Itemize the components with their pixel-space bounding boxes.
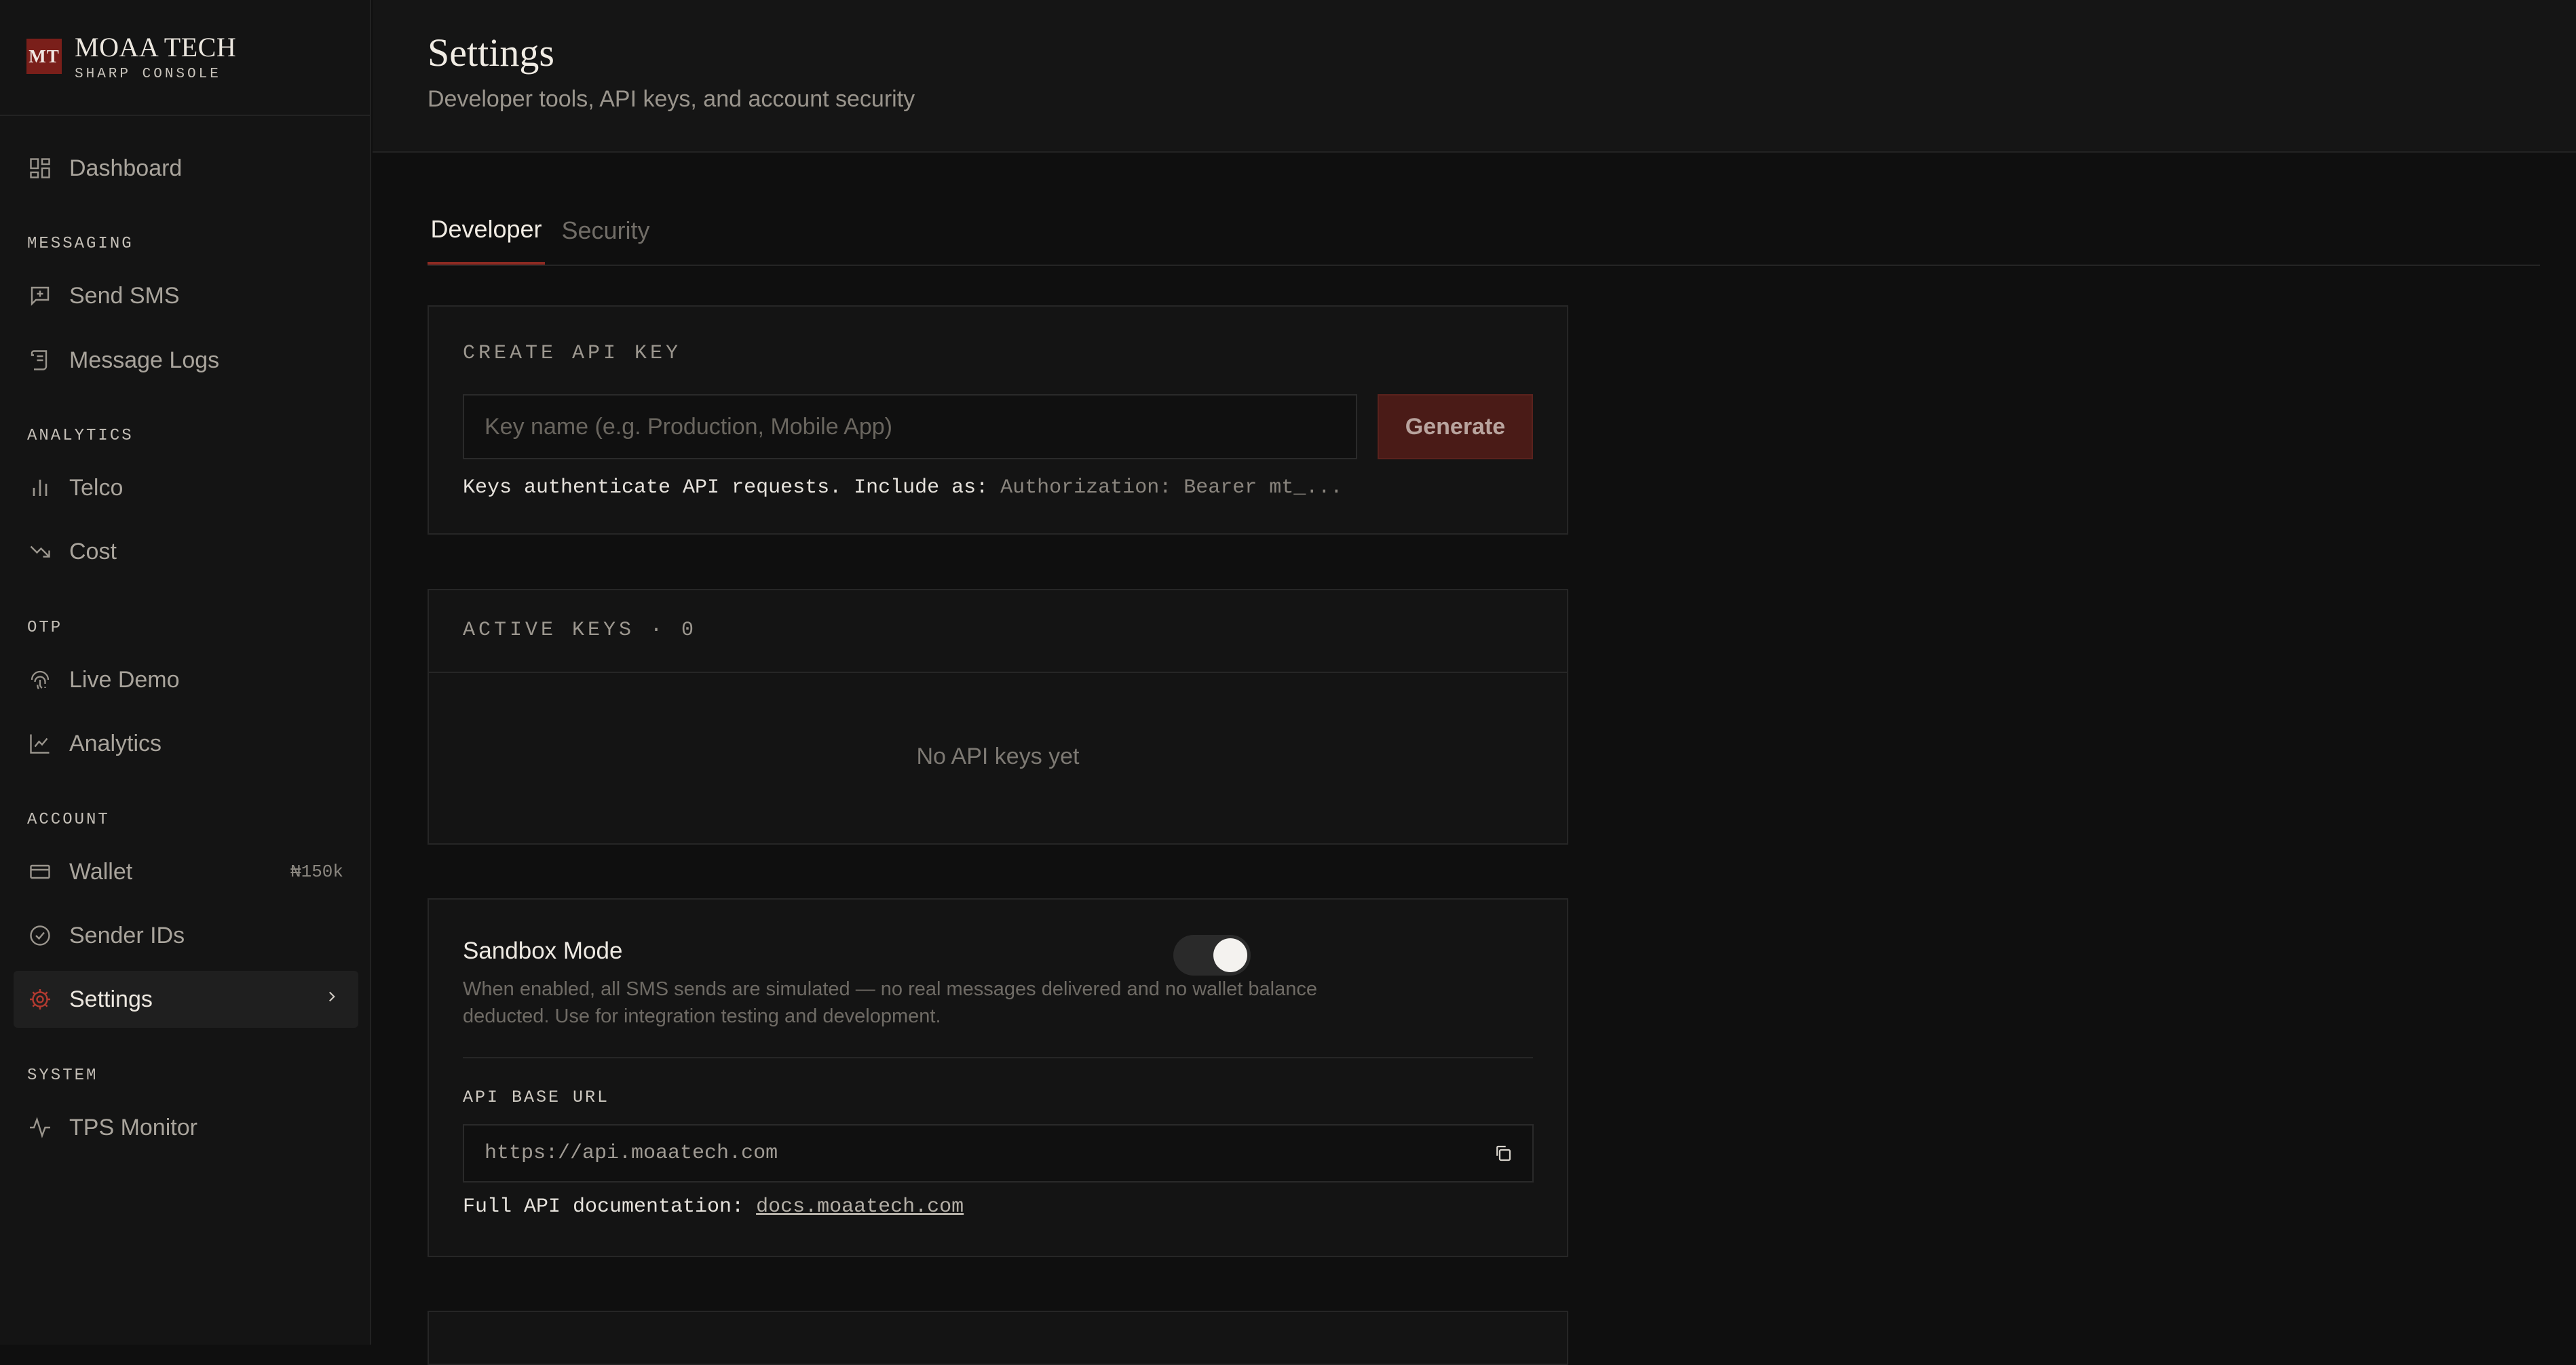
fingerprint-icon	[27, 667, 53, 693]
generate-button[interactable]: Generate	[1378, 394, 1533, 459]
sidebar-item-sender-ids[interactable]: Sender IDs	[14, 907, 358, 964]
sidebar-item-tps-monitor[interactable]: TPS Monitor	[14, 1099, 358, 1156]
sidebar-item-analytics[interactable]: Analytics	[14, 715, 358, 772]
sandbox-description-line: When enabled, all SMS sends are simulate…	[463, 978, 1317, 1000]
sidebar-item-dashboard[interactable]: Dashboard	[14, 140, 358, 197]
next-card	[428, 1311, 1568, 1365]
sidebar-item-label: TPS Monitor	[69, 1114, 197, 1140]
page-subtitle: Developer tools, API keys, and account s…	[428, 86, 915, 112]
api-key-helper: Keys authenticate API requests. Include …	[463, 476, 1342, 499]
helper-code: Authorization: Bearer mt_...	[1000, 476, 1343, 499]
create-api-key-title: CREATE API KEY	[463, 342, 682, 365]
section-label-analytics: ANALYTICS	[27, 427, 134, 445]
page-title: Settings	[428, 31, 554, 75]
copy-icon[interactable]	[1489, 1139, 1517, 1168]
sandbox-title: Sandbox Mode	[463, 938, 623, 964]
create-api-key-card: CREATE API KEY Generate Keys authenticat…	[428, 305, 1568, 535]
tab-security[interactable]: Security	[550, 197, 662, 265]
sidebar-item-label: Settings	[69, 986, 153, 1012]
settings-tabs: Developer Security	[428, 197, 2540, 266]
sidebar-item-label: Cost	[69, 538, 117, 564]
helper-text: Keys authenticate API requests. Include …	[463, 476, 989, 499]
sandbox-card: Sandbox Mode When enabled, all SMS sends…	[428, 898, 1568, 1257]
wallet-balance-badge: ₦150k	[290, 862, 343, 882]
empty-state-text: No API keys yet	[916, 744, 1080, 769]
badge-check-icon	[27, 923, 53, 948]
line-chart-icon	[27, 731, 53, 756]
section-label-otp: OTP	[27, 619, 63, 637]
gear-icon	[27, 986, 53, 1012]
sidebar-item-telco[interactable]: Telco	[14, 459, 358, 516]
api-base-url-label: API BASE URL	[463, 1088, 610, 1107]
sidebar-item-label: Message Logs	[69, 347, 220, 373]
active-keys-title: ACTIVE KEYS · 0	[463, 619, 698, 642]
app-root: MT MOAA TECH SHARP CONSOLE Dashboard MES…	[0, 0, 2576, 1365]
brand-logo: MT	[26, 39, 62, 74]
sidebar-item-label: Analytics	[69, 730, 162, 756]
sidebar: MT MOAA TECH SHARP CONSOLE Dashboard MES…	[0, 0, 371, 1345]
dashboard-icon	[27, 155, 53, 181]
api-base-url-value: https://api.moaatech.com	[485, 1142, 778, 1165]
api-base-url-field[interactable]: https://api.moaatech.com	[463, 1124, 1534, 1183]
sidebar-item-send-sms[interactable]: Send SMS	[14, 267, 358, 324]
sidebar-item-label: Live Demo	[69, 666, 180, 693]
page-header: Settings Developer tools, API keys, and …	[373, 0, 2576, 153]
sandbox-description: When enabled, all SMS sends are simulate…	[463, 976, 1413, 1030]
wallet-card-icon	[27, 859, 53, 885]
sandbox-toggle[interactable]	[1173, 935, 1251, 976]
brand-name: MOAA TECH	[75, 32, 237, 62]
active-keys-divider	[429, 672, 1567, 673]
bar-chart-icon	[27, 475, 53, 501]
sidebar-item-label: Telco	[69, 474, 124, 501]
sidebar-item-label: Send SMS	[69, 282, 180, 309]
brand: MT MOAA TECH SHARP CONSOLE	[0, 0, 370, 116]
sidebar-item-cost[interactable]: Cost	[14, 523, 358, 580]
sandbox-description-line: deducted. Use for integration testing an…	[463, 1005, 941, 1027]
activity-icon	[27, 1115, 53, 1140]
message-plus-icon	[27, 283, 53, 309]
sandbox-divider	[463, 1057, 1533, 1058]
active-keys-card: ACTIVE KEYS · 0 No API keys yet	[428, 589, 1568, 845]
sidebar-item-settings[interactable]: Settings	[14, 971, 358, 1028]
docs-prefix: Full API documentation:	[463, 1195, 744, 1218]
sidebar-item-message-logs[interactable]: Message Logs	[14, 332, 358, 389]
sidebar-item-label: Sender IDs	[69, 922, 185, 948]
section-label-system: SYSTEM	[27, 1066, 98, 1085]
docs-line: Full API documentation: docs.moaatech.co…	[463, 1195, 964, 1218]
trend-down-icon	[27, 539, 53, 564]
sidebar-item-wallet[interactable]: Wallet ₦150k	[14, 843, 358, 900]
key-name-input[interactable]	[463, 394, 1357, 459]
chevron-right-icon	[323, 988, 341, 1011]
sidebar-item-label: Dashboard	[69, 155, 183, 181]
sidebar-item-live-demo[interactable]: Live Demo	[14, 651, 358, 708]
docs-link[interactable]: docs.moaatech.com	[756, 1195, 964, 1218]
tab-developer[interactable]: Developer	[428, 197, 545, 265]
sidebar-item-label: Wallet	[69, 858, 133, 885]
section-label-account: ACCOUNT	[27, 811, 110, 829]
section-label-messaging: MESSAGING	[27, 235, 134, 253]
toggle-knob	[1213, 938, 1247, 972]
brand-subtitle: SHARP CONSOLE	[75, 66, 221, 82]
main-content: Settings Developer tools, API keys, and …	[373, 0, 2576, 1365]
scroll-icon	[27, 347, 53, 373]
